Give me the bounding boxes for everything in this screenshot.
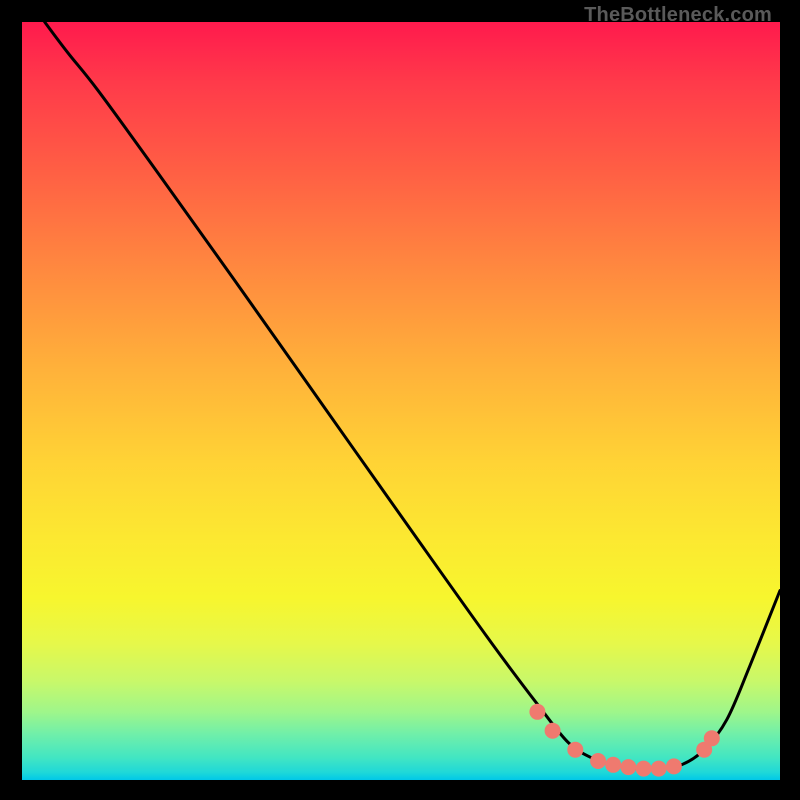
- curve-marker: [636, 761, 652, 777]
- plot-svg: [22, 22, 780, 780]
- curve-marker: [620, 759, 636, 775]
- curve-marker: [704, 730, 720, 746]
- curve-marker: [590, 753, 606, 769]
- curve-marker: [605, 757, 621, 773]
- curve-marker: [567, 742, 583, 758]
- curve-marker: [529, 704, 545, 720]
- curve-marker: [545, 723, 561, 739]
- curve-markers: [529, 704, 719, 777]
- curve-marker: [651, 761, 667, 777]
- curve-marker: [666, 758, 682, 774]
- credit-watermark: TheBottleneck.com: [584, 4, 772, 27]
- bottleneck-curve: [45, 22, 780, 769]
- plot-frame: [22, 22, 780, 780]
